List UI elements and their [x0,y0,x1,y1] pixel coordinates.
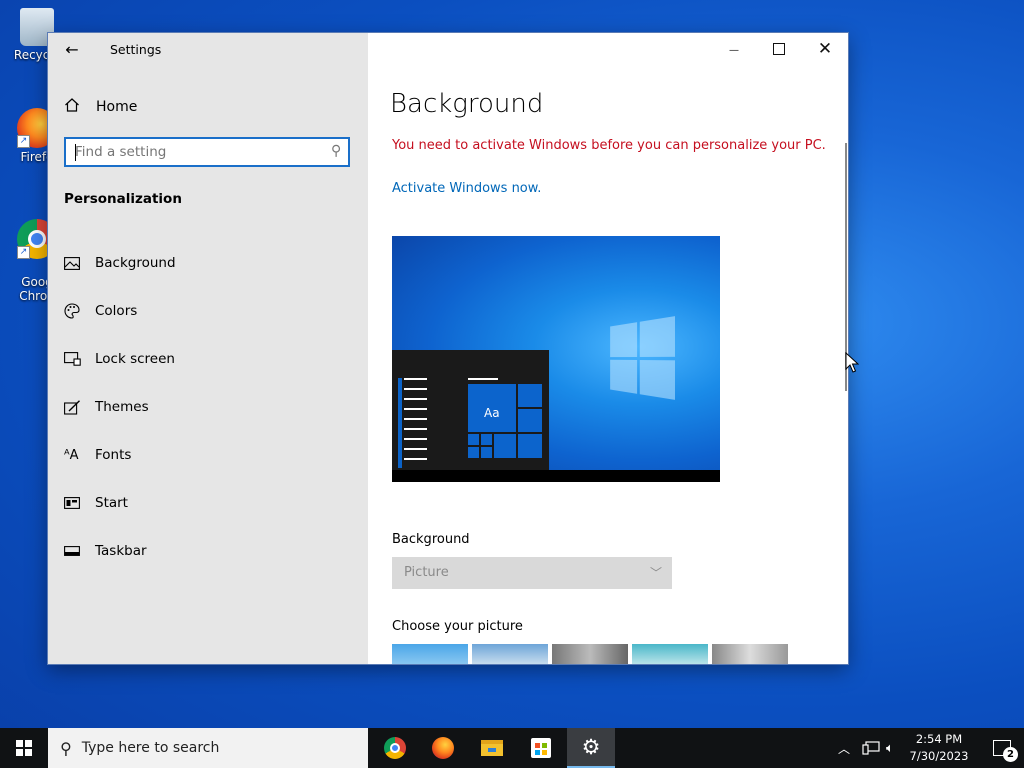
chrome-icon [384,737,406,759]
text-caret [75,144,76,161]
preview-app-list [398,378,428,468]
preview-tiles-header [468,378,498,380]
preview-tile [518,409,542,432]
palette-icon [64,303,95,319]
file-explorer-icon [481,740,503,756]
taskbar-search-placeholder: Type here to search [81,740,220,756]
sidebar-item-label: Taskbar [95,543,147,559]
picture-icon [64,255,95,271]
search-icon: ⚲ [60,738,72,758]
network-button[interactable] [862,728,880,768]
sidebar-item-label: Start [95,495,128,511]
sidebar-item-lock-screen[interactable]: Lock screen [48,335,368,383]
start-button[interactable] [0,728,48,768]
chevron-up-icon: ︿ [838,741,851,756]
store-icon [531,738,551,758]
back-arrow-icon: ← [65,40,79,59]
preview-tile-large: Aa [468,384,516,432]
shortcut-arrow-icon: ↗ [17,246,30,259]
picture-thumbnail[interactable] [392,644,468,664]
sidebar-item-fonts[interactable]: ᴬA Fonts [48,431,368,479]
action-center-button[interactable]: 2 [980,728,1024,768]
preview-tile [481,434,492,445]
sidebar-item-label: Colors [95,303,138,319]
taskbar-icon [64,543,95,559]
start-icon [64,495,95,511]
sidebar-home[interactable]: Home [64,97,137,117]
preview-tile [468,434,479,445]
picture-thumbnail[interactable] [712,644,788,664]
clock[interactable]: 2:54 PM 7/30/2023 [900,731,978,765]
picture-thumbnail[interactable] [472,644,548,664]
content-pane: Background You need to activate Windows … [368,33,848,664]
activation-warning: You need to activate Windows before you … [392,138,826,153]
back-button[interactable]: ← [60,39,84,63]
preview-tile-text: Aa [484,406,500,420]
preview-taskbar [392,470,720,482]
search-icon[interactable]: ⚲ [331,143,341,159]
section-title: Personalization [64,191,182,207]
settings-search-box[interactable]: ⚲ [64,137,350,167]
page-title: Background [390,89,544,119]
sidebar-item-label: Lock screen [95,351,175,367]
taskbar-app-firefox[interactable] [419,728,467,768]
dropdown-value: Picture [404,565,449,580]
volume-button[interactable]: 🔈︎ [886,728,894,768]
windows-logo-icon [610,316,675,400]
lock-screen-icon [64,351,95,367]
preview-tile [468,447,479,458]
windows-logo-icon [16,740,32,756]
settings-gear-icon: ⚙ [581,735,601,759]
preview-tiles: Aa [468,384,544,470]
sidebar-item-label: Themes [95,399,149,415]
picture-thumbnails [392,644,788,664]
taskbar-app-file-explorer[interactable] [468,728,516,768]
sidebar-item-taskbar[interactable]: Taskbar [48,527,368,575]
background-label: Background [392,532,470,547]
mouse-pointer-icon [845,352,859,373]
choose-picture-label: Choose your picture [392,619,523,634]
activate-windows-link[interactable]: Activate Windows now. [392,181,541,196]
sidebar-item-background[interactable]: Background [48,239,368,287]
taskbar-search[interactable]: ⚲ Type here to search [48,728,368,768]
picture-thumbnail[interactable] [552,644,628,664]
background-preview: Aa [392,236,720,482]
themes-icon [64,399,95,415]
network-icon [862,741,880,755]
sidebar-nav: Background Colors Lock screen Themes ᴬA … [48,239,368,575]
fonts-icon: ᴬA [64,447,79,463]
settings-search-input[interactable] [66,139,315,165]
home-icon [64,97,96,117]
notification-count-badge: 2 [1003,747,1018,762]
sidebar-item-label: Fonts [95,447,132,463]
taskbar-app-settings[interactable]: ⚙ [567,728,615,768]
preview-tile [518,434,542,458]
preview-tile [481,447,492,458]
sidebar-home-label: Home [96,99,138,115]
sidebar-item-start[interactable]: Start [48,479,368,527]
settings-window: ← Settings Home ⚲ Personalization Backgr… [48,33,848,664]
preview-tile [494,434,516,458]
clock-time: 2:54 PM [915,732,963,746]
notification-icon: 2 [993,740,1018,762]
volume-icon: 🔈︎ [886,740,894,756]
taskbar: ⚲ Type here to search ⚙ ︿ 🔈︎ 2:54 PM 7/3… [0,728,1024,768]
show-hidden-icons-button[interactable]: ︿ [838,728,850,768]
window-title: Settings [110,42,162,57]
background-type-dropdown[interactable]: Picture ﹀ [392,557,672,589]
taskbar-app-chrome[interactable] [371,728,419,768]
firefox-icon [432,737,454,759]
shortcut-arrow-icon: ↗ [17,135,30,148]
sidebar-item-label: Background [95,255,176,271]
chevron-down-icon: ﹀ [649,566,662,580]
sidebar: ← Settings Home ⚲ Personalization Backgr… [48,33,368,664]
clock-date: 7/30/2023 [909,749,969,763]
picture-thumbnail[interactable] [632,644,708,664]
preview-start-menu: Aa [392,350,549,470]
sidebar-item-themes[interactable]: Themes [48,383,368,431]
taskbar-app-store[interactable] [517,728,565,768]
sidebar-item-colors[interactable]: Colors [48,287,368,335]
preview-tile [518,384,542,407]
